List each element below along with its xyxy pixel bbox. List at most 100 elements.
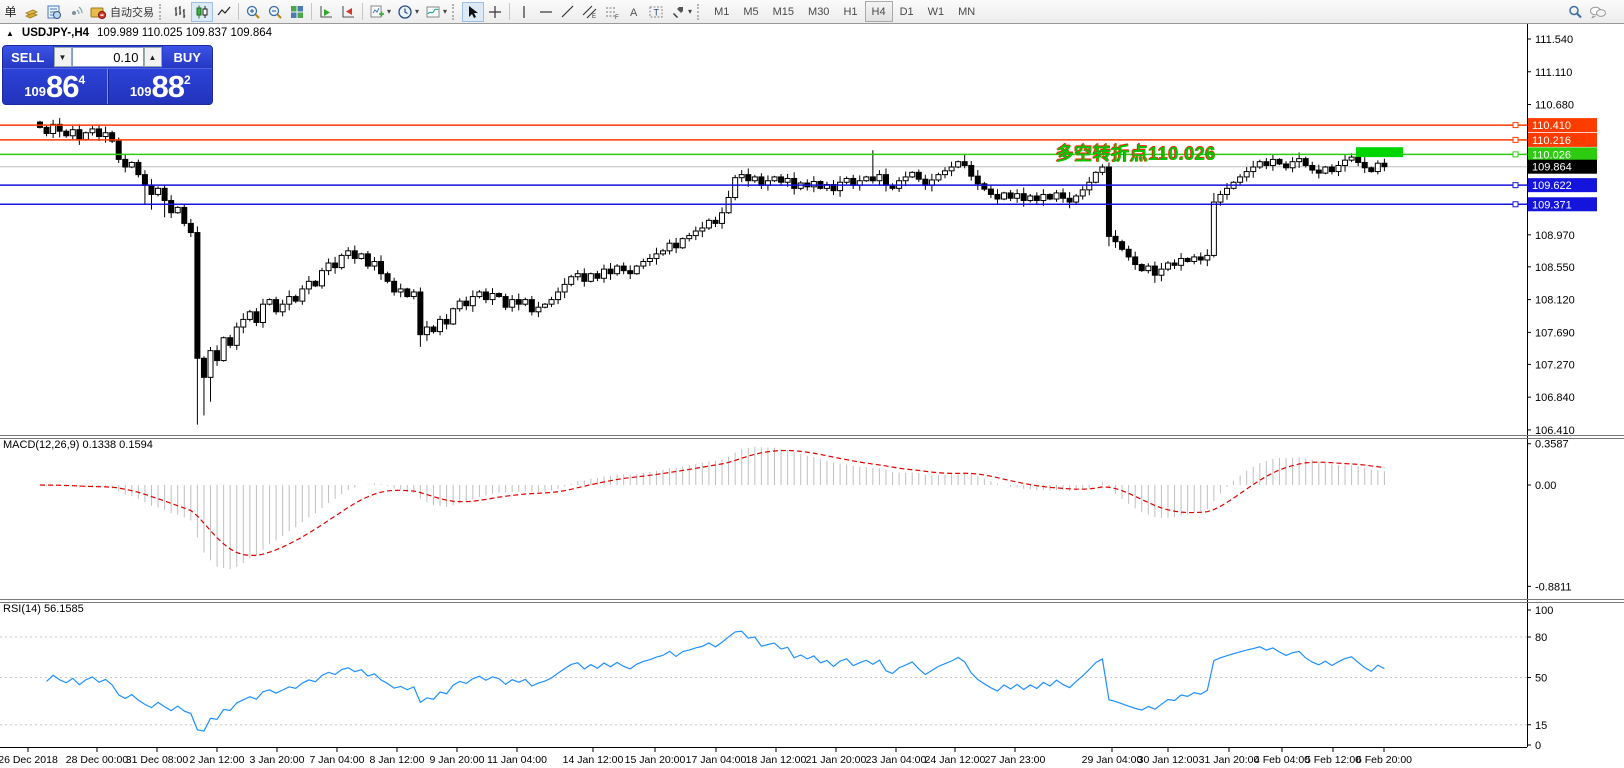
macd-pane[interactable] [40,447,1384,569]
price-axis-tick: 108.120 [1535,295,1575,307]
gold-bars-icon[interactable] [21,2,43,22]
buy-price-button[interactable]: 109 88 2 [108,69,213,104]
price-badge: 109.864 [1532,162,1572,174]
sell-price-sup: 4 [79,73,86,87]
volume-stepper: ▼ ▲ [53,46,163,68]
trendline-tool-icon[interactable] [557,2,579,22]
price-badge: 110.216 [1532,135,1571,147]
buy-button[interactable]: BUY [163,46,213,68]
rsi-axis-tick: 100 [1535,605,1553,617]
vertical-line-tool-icon[interactable] [513,2,535,22]
candlestick-pane[interactable] [0,118,1527,424]
auto-scroll-icon[interactable] [315,2,337,22]
timeframe-toolbar: M1M5M15M30H1H4D1W1MN [707,1,982,22]
sell-price-button[interactable]: 109 86 4 [3,69,108,104]
time-axis-tick: 28 Dec 00:00 [66,754,129,766]
time-axis-tick: 7 Jan 04:00 [310,754,365,766]
price-axis-tick: 107.270 [1535,359,1575,371]
rsi-indicator-label: RSI(14) 56.1585 [3,603,84,615]
time-axis-tick: 31 Dec 08:00 [126,754,189,766]
templates-icon[interactable]: ▾ [422,2,450,22]
chart-canvas[interactable]: 111.540111.110110.680108.970108.550108.1… [0,0,1624,768]
time-axis-tick: 3 Jan 20:00 [250,754,305,766]
tile-windows-icon[interactable] [286,2,308,22]
rsi-line [47,631,1385,731]
price-badge: 110.026 [1532,149,1571,161]
line-chart-type-icon[interactable] [213,2,235,22]
time-axis-tick: 15 Jan 20:00 [625,754,686,766]
crosshair-tool-icon[interactable] [484,2,506,22]
price-list-icon[interactable] [43,2,65,22]
axes-and-scales: 111.540111.110110.680108.970108.550108.1… [0,23,1624,766]
macd-axis-tick: 0.00 [1535,480,1556,492]
volume-decrease-button[interactable]: ▼ [54,47,72,67]
symbol-period-label: USDJPY-,H4 [22,27,89,39]
cursor-tool-icon[interactable] [462,2,484,22]
time-axis-tick: 31 Jan 20:00 [1199,754,1260,766]
volume-input[interactable] [72,47,144,67]
svg-text:F: F [615,15,619,20]
price-axis-tick: 106.410 [1535,425,1575,437]
toolbar-separator [238,3,239,20]
new-order-button[interactable]: 单 [0,2,21,22]
autotrading-label: 自动交易 [110,4,154,20]
svg-text:E: E [592,14,596,20]
pivot-annotation-text: 多空转折点110.026 [1056,140,1216,166]
zoom-in-icon[interactable] [242,2,264,22]
macd-axis-tick: -0.8811 [1535,581,1572,593]
time-axis-tick: 14 Jan 12:00 [563,754,624,766]
text-tool-icon[interactable]: A [623,2,645,22]
horizontal-level-lines[interactable] [0,123,1527,207]
buy-price-prefix: 109 [130,84,152,99]
time-axis-tick: 9 Jan 20:00 [430,754,485,766]
horizontal-line-tool-icon[interactable] [535,2,557,22]
candlestick-type-icon[interactable] [191,2,213,22]
time-axis-tick: 30 Jan 12:00 [1138,754,1199,766]
time-axis-tick: 4 Feb 04:00 [1254,754,1310,766]
signal-icon[interactable] [65,2,87,22]
volume-increase-button[interactable]: ▲ [144,47,162,67]
timeframe-button-m5[interactable]: M5 [736,1,765,22]
time-axis-tick: 6 Feb 20:00 [1356,754,1412,766]
fibonacci-tool-icon[interactable]: F [601,2,623,22]
timeframe-button-h1[interactable]: H1 [836,1,864,22]
time-axis-tick: 8 Jan 12:00 [370,754,425,766]
time-axis-tick: 11 Jan 04:00 [487,754,547,766]
time-axis-tick: 27 Jan 23:00 [985,754,1046,766]
chart-shift-icon[interactable] [337,2,359,22]
rsi-axis-tick: 80 [1535,632,1547,644]
price-axis-tick: 111.540 [1535,34,1573,46]
price-axis-tick: 107.690 [1535,327,1575,339]
time-axis-tick: 23 Jan 04:00 [866,754,927,766]
one-click-trading-panel: SELL ▼ ▲ BUY 109 86 4 109 88 2 [2,45,213,105]
periodicity-clock-icon[interactable]: ▾ [394,2,422,22]
autotrading-button[interactable]: 自动交易 [87,2,157,22]
timeframe-button-m15[interactable]: M15 [766,1,801,22]
timeframe-button-h4[interactable]: H4 [865,1,893,22]
chart-title-bar: ▲ USDJPY-,H4 109.989 110.025 109.837 109… [6,27,272,39]
arrows-tool-icon[interactable]: ▾ [667,2,695,22]
rsi-pane[interactable] [0,631,1527,731]
time-axis-tick: 18 Jan 12:00 [746,754,807,766]
channel-tool-icon[interactable]: E [579,2,601,22]
price-badge: 109.371 [1532,199,1572,211]
macd-signal-line [40,450,1384,555]
bar-chart-type-icon[interactable] [169,2,191,22]
toolbar-separator [362,3,363,20]
chat-icon[interactable] [1586,2,1610,22]
text-label-tool-icon[interactable]: T [645,2,667,22]
timeframe-button-w1[interactable]: W1 [921,1,952,22]
price-axis-tick: 106.840 [1535,392,1575,404]
search-icon[interactable] [1564,2,1586,22]
new-chart-icon[interactable]: ▾ [366,2,394,22]
timeframe-button-mn[interactable]: MN [951,1,982,22]
buy-price-big: 88 [152,70,184,104]
collapse-triangle-icon[interactable]: ▲ [6,29,14,38]
timeframe-button-d1[interactable]: D1 [893,1,921,22]
buy-price-sup: 2 [184,73,191,87]
sell-button[interactable]: SELL [3,46,53,68]
zoom-out-icon[interactable] [264,2,286,22]
timeframe-button-m30[interactable]: M30 [801,1,836,22]
timeframe-button-m1[interactable]: M1 [707,1,736,22]
price-axis-tick: 108.550 [1535,262,1575,274]
